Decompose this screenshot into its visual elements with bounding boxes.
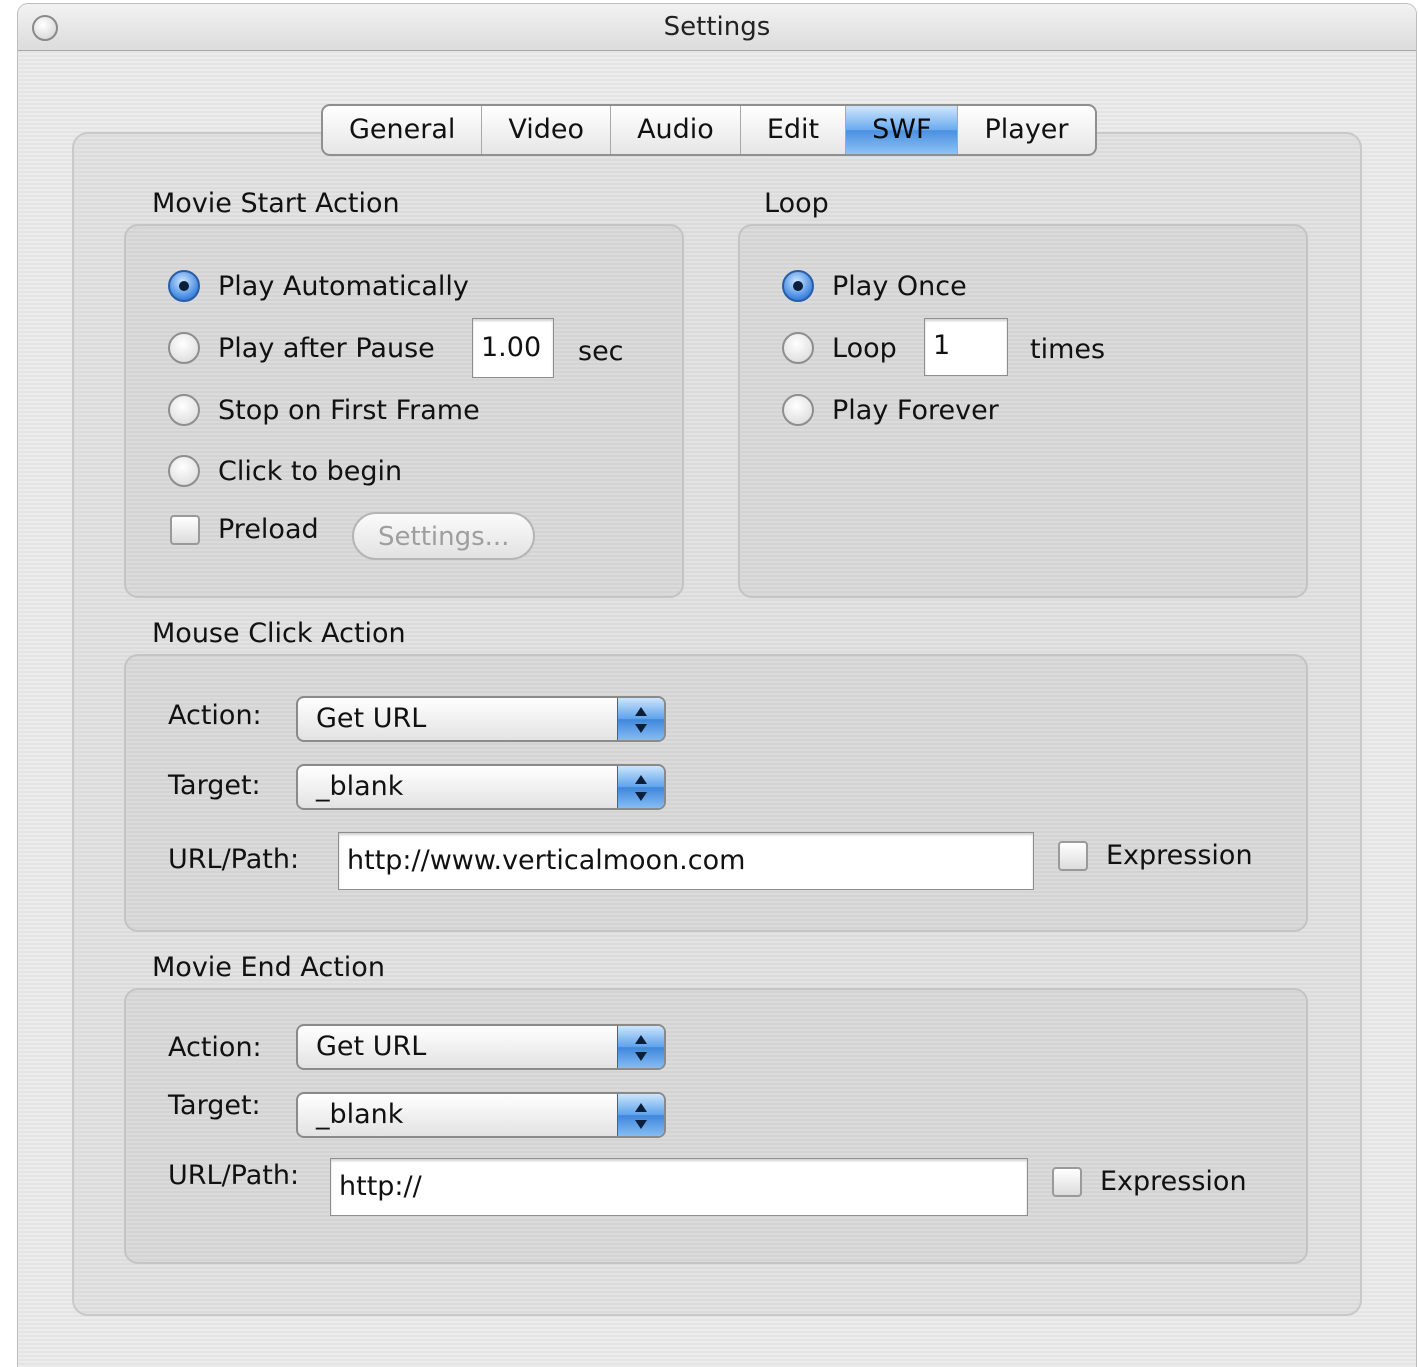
end-url-input[interactable]: http:// bbox=[330, 1158, 1028, 1216]
pause-unit-label: sec bbox=[578, 336, 624, 367]
radio-label: Play Once bbox=[832, 270, 967, 302]
chevron-updown-icon bbox=[617, 698, 664, 740]
tab-video[interactable]: Video bbox=[482, 106, 612, 154]
expression-label: Expression bbox=[1106, 840, 1253, 871]
radio-label: Play Forever bbox=[832, 394, 999, 426]
select-value: Get URL bbox=[316, 703, 427, 734]
movie-start-title: Movie Start Action bbox=[152, 188, 400, 219]
end-target-label: Target: bbox=[168, 1090, 261, 1121]
tab-audio[interactable]: Audio bbox=[611, 106, 741, 154]
title-bar[interactable]: Settings bbox=[18, 4, 1416, 51]
expression-checkbox[interactable] bbox=[1058, 840, 1088, 871]
tab-player[interactable]: Player bbox=[958, 106, 1094, 154]
mouse-action-label: Action: bbox=[168, 700, 262, 731]
radio-click-to-begin[interactable]: Click to begin bbox=[168, 455, 402, 487]
end-action-label: Action: bbox=[168, 1032, 262, 1063]
preload-checkbox[interactable] bbox=[170, 514, 200, 545]
mouse-url-input[interactable]: http://www.verticalmoon.com bbox=[338, 832, 1034, 890]
settings-window: Settings General Video Audio Edit SWF Pl… bbox=[18, 4, 1416, 1367]
tab-swf[interactable]: SWF bbox=[846, 106, 959, 154]
expression-label: Expression bbox=[1100, 1166, 1247, 1197]
end-action-select[interactable]: Get URL bbox=[296, 1024, 666, 1070]
radio-loop[interactable]: Loop bbox=[782, 332, 897, 364]
radio-play-once[interactable]: Play Once bbox=[782, 270, 967, 302]
radio-label: Stop on First Frame bbox=[218, 394, 480, 426]
mouse-url-label: URL/Path: bbox=[168, 844, 300, 875]
radio-button-icon[interactable] bbox=[782, 394, 814, 426]
end-url-label: URL/Path: bbox=[168, 1160, 300, 1191]
radio-play-after-pause[interactable]: Play after Pause bbox=[168, 332, 435, 364]
radio-button-icon[interactable] bbox=[168, 394, 200, 426]
radio-play-automatically[interactable]: Play Automatically bbox=[168, 270, 469, 302]
radio-label: Click to begin bbox=[218, 455, 403, 487]
preload-settings-button[interactable]: Settings... bbox=[352, 512, 536, 560]
mouse-target-select[interactable]: _blank bbox=[296, 764, 666, 810]
pause-seconds-input[interactable]: 1.00 bbox=[472, 318, 554, 378]
preload-checkbox-row[interactable]: Preload bbox=[170, 514, 319, 545]
mouse-action-select[interactable]: Get URL bbox=[296, 696, 666, 742]
loop-unit-label: times bbox=[1030, 334, 1106, 365]
chevron-updown-icon bbox=[617, 766, 664, 808]
preload-label: Preload bbox=[218, 514, 319, 545]
loop-title: Loop bbox=[764, 188, 829, 219]
select-value: _blank bbox=[316, 771, 404, 802]
radio-stop-on-first-frame[interactable]: Stop on First Frame bbox=[168, 394, 480, 426]
tab-bar: General Video Audio Edit SWF Player bbox=[321, 104, 1097, 156]
radio-button-icon[interactable] bbox=[168, 270, 200, 302]
radio-play-forever[interactable]: Play Forever bbox=[782, 394, 999, 426]
radio-label: Play Automatically bbox=[218, 270, 469, 302]
select-value: Get URL bbox=[316, 1031, 427, 1062]
radio-label: Play after Pause bbox=[218, 332, 435, 364]
mouse-target-label: Target: bbox=[168, 770, 261, 801]
mouse-expression-checkbox-row[interactable]: Expression bbox=[1058, 840, 1253, 871]
chevron-updown-icon bbox=[617, 1026, 664, 1068]
expression-checkbox[interactable] bbox=[1052, 1166, 1082, 1197]
loop-count-input[interactable]: 1 bbox=[924, 318, 1008, 376]
radio-label: Loop bbox=[832, 332, 897, 364]
tab-general[interactable]: General bbox=[323, 106, 483, 154]
chevron-updown-icon bbox=[617, 1094, 664, 1136]
end-target-select[interactable]: _blank bbox=[296, 1092, 666, 1138]
movie-end-title: Movie End Action bbox=[152, 952, 385, 983]
radio-button-icon[interactable] bbox=[168, 455, 200, 487]
radio-button-icon[interactable] bbox=[782, 332, 814, 364]
mouse-click-title: Mouse Click Action bbox=[152, 618, 406, 649]
radio-button-icon[interactable] bbox=[168, 332, 200, 364]
end-expression-checkbox-row[interactable]: Expression bbox=[1052, 1166, 1247, 1197]
select-value: _blank bbox=[316, 1099, 404, 1130]
window-title: Settings bbox=[663, 12, 771, 42]
radio-button-icon[interactable] bbox=[782, 270, 814, 302]
tab-edit[interactable]: Edit bbox=[741, 106, 847, 154]
